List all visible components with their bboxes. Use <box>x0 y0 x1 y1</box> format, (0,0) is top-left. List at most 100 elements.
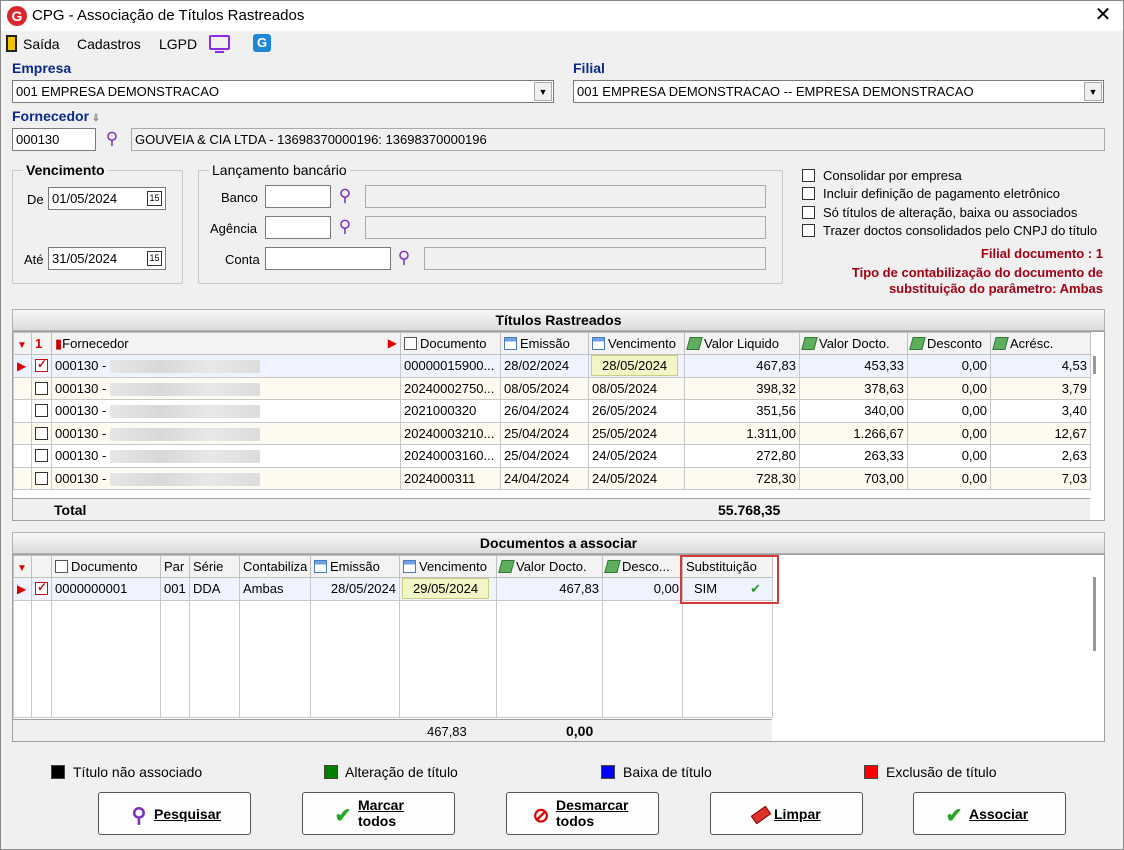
menu-saida[interactable]: Saída <box>23 36 60 52</box>
menu-cadastros[interactable]: Cadastros <box>77 36 141 52</box>
ate-date-input[interactable]: 31/05/2024 15 <box>48 247 166 270</box>
marcar-todos-label: Marcar todos <box>358 797 404 829</box>
conta-input[interactable] <box>265 247 391 270</box>
legend-nao-associado-swatch <box>51 765 65 779</box>
row-checkbox[interactable] <box>31 466 52 490</box>
col-vencimento[interactable]: Vencimento <box>399 555 497 578</box>
col-desconto[interactable]: Desconto <box>907 332 991 355</box>
table-row[interactable]: ▶ 0000000001 001 DDA Ambas 28/05/2024 29… <box>13 577 773 601</box>
fornecedor-cell: 000130 - <box>51 399 401 423</box>
search-icon[interactable]: ⚲ <box>335 217 355 237</box>
desconto-cell: 0,00 <box>907 466 991 490</box>
documento-cell: 00000015900... <box>400 354 501 378</box>
fornecedor-code-input[interactable]: 000130 <box>12 128 96 151</box>
consolidados-cnpj-checkbox[interactable] <box>802 224 815 237</box>
vertical-scrollbar[interactable] <box>1093 577 1096 651</box>
col-vencimento[interactable]: Vencimento <box>588 332 685 355</box>
check-icon: ✔ <box>945 805 963 827</box>
table-row[interactable]: 000130 - 20240003160... 25/04/2024 24/05… <box>13 444 1091 468</box>
emissao-cell: 25/04/2024 <box>500 444 589 468</box>
calendar-icon[interactable]: 15 <box>147 251 162 266</box>
col-valor-docto[interactable]: Valor Docto. <box>496 555 603 578</box>
legend-baixa-swatch <box>601 765 615 779</box>
check-icon: ✔ <box>334 805 352 827</box>
search-icon[interactable]: ⚲ <box>102 129 122 149</box>
conta-desc-field <box>424 247 766 270</box>
documento-cell: 2024000311 <box>400 466 501 490</box>
titulos-table: ▼ 1 ▮Fornecedor ▶ Documento Emissão Venci… <box>13 332 1091 490</box>
associar-label: Associar <box>969 806 1029 822</box>
table-row[interactable]: 000130 - 2024000311 24/04/2024 24/05/202… <box>13 466 1091 490</box>
row-checkbox[interactable] <box>31 399 52 423</box>
empresa-select[interactable]: 001 EMPRESA DEMONSTRACAO ▼ <box>12 80 554 103</box>
chevron-down-icon[interactable]: ▼ <box>1084 82 1102 101</box>
col-par[interactable]: Par <box>160 555 190 578</box>
table-row[interactable]: 000130 - 20240002750... 08/05/2024 08/05… <box>13 376 1091 400</box>
vertical-scrollbar[interactable] <box>1093 356 1096 374</box>
app-g-icon[interactable]: G <box>253 34 271 52</box>
col-fornecedor[interactable]: ▮Fornecedor ▶ <box>51 332 401 355</box>
row-checkbox[interactable] <box>31 421 52 445</box>
so-titulos-checkbox[interactable] <box>802 206 815 219</box>
consolidar-checkbox[interactable] <box>802 169 815 182</box>
menu-lgpd[interactable]: LGPD <box>159 36 197 52</box>
documento-cell: 20240003210... <box>400 421 501 445</box>
menu-bar: Saída Cadastros LGPD G <box>1 31 1123 57</box>
acresc-cell: 3,40 <box>990 399 1091 423</box>
col-emissao[interactable]: Emissão <box>500 332 589 355</box>
eraser-icon <box>749 803 773 826</box>
limpar-button[interactable]: Limpar <box>710 792 863 835</box>
table-row[interactable]: 000130 - 2021000320 26/04/2024 26/05/202… <box>13 399 1091 423</box>
col-desconto[interactable]: Desco... <box>602 555 683 578</box>
filial-label: Filial <box>573 60 605 76</box>
filial-value: 001 EMPRESA DEMONSTRACAO -- EMPRESA DEMO… <box>577 84 974 99</box>
row-checkbox[interactable] <box>31 444 52 468</box>
calendar-icon <box>504 337 517 350</box>
total-value: 55.768,35 <box>718 502 781 518</box>
agencia-desc-field <box>365 216 766 239</box>
associar-button[interactable]: ✔ Associar <box>913 792 1066 835</box>
marcar-todos-button[interactable]: ✔ Marcar todos <box>302 792 455 835</box>
row-checkbox[interactable] <box>31 376 52 400</box>
col-documento[interactable]: Documento <box>51 555 161 578</box>
pagamento-eletronico-checkbox[interactable] <box>802 187 815 200</box>
document-icon <box>404 337 417 350</box>
banco-input[interactable] <box>265 185 331 208</box>
filial-select[interactable]: 001 EMPRESA DEMONSTRACAO -- EMPRESA DEMO… <box>573 80 1104 103</box>
close-icon[interactable]: ✕ <box>1091 3 1115 27</box>
desconto-cell: 0,00 <box>602 577 683 601</box>
col-valor-docto[interactable]: Valor Docto. <box>799 332 908 355</box>
agencia-input[interactable] <box>265 216 331 239</box>
tipo-contabilizacao-note-2: substituição do parâmetro: Ambas <box>888 281 1103 296</box>
emissao-cell: 08/05/2024 <box>500 376 589 400</box>
col-documento[interactable]: Documento <box>400 332 501 355</box>
documento-cell: 20240003160... <box>400 444 501 468</box>
de-date-input[interactable]: 01/05/2024 15 <box>48 187 166 210</box>
search-icon[interactable]: ⚲ <box>335 186 355 206</box>
calendar-icon[interactable]: 15 <box>147 191 162 206</box>
col-emissao[interactable]: Emissão <box>310 555 400 578</box>
row-checkbox[interactable] <box>31 577 52 601</box>
expand-arrow-icon[interactable]: ▶ <box>388 336 397 350</box>
desconto-cell: 0,00 <box>907 444 991 468</box>
banco-desc-field <box>365 185 766 208</box>
exit-door-icon[interactable] <box>6 35 17 52</box>
table-row[interactable]: 000130 - 20240003210... 25/04/2024 25/05… <box>13 421 1091 445</box>
fornecedor-label: Fornecedor ⇓ <box>12 108 101 124</box>
col-acresc[interactable]: Acrésc. <box>990 332 1091 355</box>
search-icon[interactable]: ⚲ <box>394 248 414 268</box>
desconto-cell: 0,00 <box>907 376 991 400</box>
desmarcar-todos-button[interactable]: ⊘ Desmarcar todos <box>506 792 659 835</box>
col-serie[interactable]: Série <box>189 555 240 578</box>
sort-index-header[interactable]: 1 <box>31 332 52 355</box>
table-row[interactable]: ▶ 000130 - 00000015900... 28/02/2024 28/… <box>13 354 1091 378</box>
col-valor-liquido[interactable]: Valor Liquido <box>684 332 800 355</box>
monitor-icon[interactable] <box>209 35 230 50</box>
pesquisar-button[interactable]: ⚲ Pesquisar <box>98 792 251 835</box>
fornecedor-cell: 000130 - <box>51 376 401 400</box>
col-contabiliza[interactable]: Contabiliza <box>239 555 311 578</box>
chevron-down-icon[interactable]: ▼ <box>534 82 552 101</box>
vencimento-cell: 26/05/2024 <box>588 399 685 423</box>
row-checkbox[interactable] <box>31 354 52 378</box>
consolidar-label: Consolidar por empresa <box>823 168 962 183</box>
